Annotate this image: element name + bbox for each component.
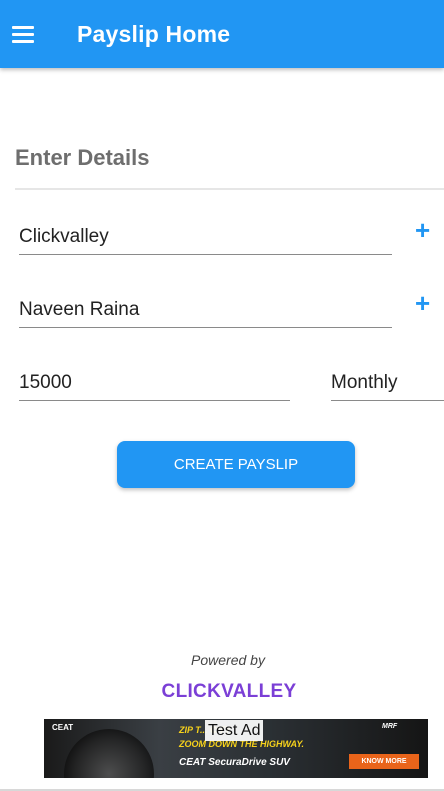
employee-field-value: Naveen Raina (19, 299, 140, 320)
section-title: Enter Details (15, 145, 150, 170)
brand-name: CLICKVALLEY (161, 681, 297, 702)
company-field-value: Clickvalley (19, 226, 109, 247)
company-field[interactable]: Clickvalley (19, 220, 392, 255)
salary-field-value: 15000 (19, 372, 72, 393)
add-employee-plus-icon[interactable]: + (415, 290, 430, 316)
app-title: Payslip Home (77, 21, 231, 47)
ad-tyre-image (64, 729, 154, 778)
salary-field[interactable]: 15000 (19, 366, 290, 401)
ad-advertiser-logo: CEAT (52, 723, 74, 732)
period-select-value: Monthly (331, 372, 398, 393)
section-divider (15, 188, 444, 190)
ad-banner[interactable]: CEAT ZIP T... CITY. ZOOM DOWN THE HIGHWA… (44, 719, 428, 778)
ad-product-name: CEAT SecuraDrive SUV (179, 757, 290, 768)
employee-field[interactable]: Naveen Raina (19, 293, 392, 328)
app-bar: Payslip Home (0, 0, 444, 68)
hamburger-menu-icon[interactable] (12, 26, 34, 43)
create-payslip-button[interactable]: CREATE PAYSLIP (117, 441, 355, 488)
ad-test-label: Test Ad (205, 720, 264, 741)
ad-know-more-button[interactable]: KNOW MORE (349, 754, 419, 769)
period-select[interactable]: Monthly (331, 366, 444, 401)
powered-by-text: Powered by (191, 652, 265, 668)
add-company-plus-icon[interactable]: + (415, 217, 430, 243)
ad-partner-logo: MRF (382, 723, 398, 730)
